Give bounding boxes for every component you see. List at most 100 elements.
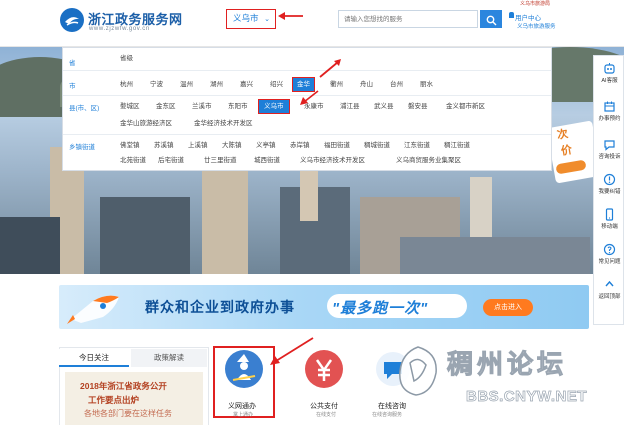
floating-sidebar: AI客服 办事预约 咨询投诉 我要纠错 移动端 常见问题 返回顶部 (593, 55, 624, 325)
province-category-label: 省 (69, 60, 76, 67)
city-option[interactable]: 丽水 (417, 79, 436, 91)
city-option[interactable]: 宁波 (147, 79, 166, 91)
sidebar-item-label: 移动端 (601, 224, 618, 230)
sidebar-item-label: 返回顶部 (598, 294, 621, 300)
town-option[interactable]: 上溪镇 (185, 140, 211, 152)
county-option[interactable]: 婺城区 (117, 101, 143, 113)
city-option[interactable]: 绍兴 (267, 79, 286, 91)
tab-today-focus[interactable]: 今日关注 (59, 349, 129, 367)
town-option[interactable]: 大陈镇 (219, 140, 245, 152)
search-input[interactable] (338, 10, 478, 28)
user-center-link[interactable]: 用户中心 (515, 12, 541, 22)
sidebar-item-report-error[interactable]: 我要纠错 (594, 173, 624, 195)
banner-slogan: "最多跑一次" (332, 300, 429, 317)
town-category-label: 乡镇街道 (69, 144, 95, 151)
sidebar-item-label: 咨询投诉 (598, 154, 621, 160)
city-category-label: 市 (69, 83, 76, 90)
town-option[interactable]: 赤岸镇 (287, 140, 313, 152)
town-option[interactable]: 义亭镇 (253, 140, 279, 152)
service-label-consult: 在线咨询 (378, 403, 406, 410)
town-option[interactable]: 北苑街道 (117, 155, 149, 167)
town-option[interactable]: 江东街道 (401, 140, 433, 152)
county-option[interactable]: 浦江县 (337, 101, 363, 113)
rocket-icon (67, 295, 119, 324)
city-option[interactable]: 嘉兴 (237, 79, 256, 91)
town-option[interactable]: 福田街道 (321, 140, 353, 152)
city-selector[interactable]: 义乌市 ⌄ (226, 9, 276, 29)
service-subtitle-yiwang: 掌上通办 (233, 412, 254, 418)
news-title-line-1: 2018年浙江省政务公开 (80, 381, 167, 391)
sidebar-item-label: AI客服 (601, 78, 618, 84)
town-option[interactable]: 佛堂镇 (117, 140, 143, 152)
banner-enter-button[interactable]: 点击进入 (483, 299, 533, 316)
sidebar-item-back-to-top[interactable]: 返回顶部 (594, 278, 624, 300)
city-option[interactable]: 台州 (387, 79, 406, 91)
county-option[interactable]: 金华经济技术开发区 (191, 118, 256, 130)
search-button[interactable] (480, 10, 502, 28)
warning-icon (603, 173, 616, 186)
city-option[interactable]: 湖州 (207, 79, 226, 91)
sidebar-item-faq[interactable]: 常见问题 (594, 243, 624, 265)
city-option[interactable]: 舟山 (357, 79, 376, 91)
county-option[interactable]: 金华山旅游经济区 (117, 118, 175, 130)
watermark-logo-icon (399, 346, 437, 396)
tab-policy-interpretation[interactable]: 政策解读 (131, 349, 207, 367)
banner-headline: 群众和企业到政府办事 (145, 299, 295, 315)
town-option[interactable]: 后宅街道 (155, 155, 187, 167)
witch-icon (232, 354, 256, 381)
sidebar-item-ai-service[interactable]: AI客服 (594, 62, 624, 84)
top-notice: 义乌市旅游局 (520, 1, 551, 7)
county-category-label: 县(市、区) (69, 105, 100, 112)
annotation-arrow-icon (319, 59, 341, 78)
annotation-arrow-icon (278, 12, 303, 20)
town-option[interactable]: 苏溪镇 (151, 140, 177, 152)
county-option[interactable]: 东阳市 (225, 101, 251, 113)
county-option[interactable]: 磐安县 (405, 101, 431, 113)
user-icon (509, 12, 514, 18)
service-tile-yiwang-bg (225, 350, 263, 388)
user-sub-link[interactable]: 义乌市旅游服务 (517, 22, 556, 30)
service-subtitle-payment: 在线支付 (316, 412, 337, 418)
calendar-icon (604, 101, 615, 112)
county-option-active[interactable]: 义乌市 (258, 99, 290, 114)
sidebar-item-label: 我要纠错 (598, 189, 621, 195)
mobile-icon (605, 208, 614, 221)
town-option[interactable]: 稠城街道 (361, 140, 393, 152)
city-option[interactable]: 温州 (177, 79, 196, 91)
town-option[interactable]: 城西街道 (251, 155, 283, 167)
county-option[interactable]: 武义县 (371, 101, 397, 113)
city-option[interactable]: 衢州 (327, 79, 346, 91)
service-subtitle-consult: 在线咨询服务 (372, 412, 403, 418)
sidebar-item-label: 办事预约 (598, 116, 621, 122)
service-label-yiwang: 义网通办 (228, 403, 256, 410)
county-option[interactable]: 金东区 (153, 101, 179, 113)
watermark-text: 稠州论坛 (446, 349, 568, 380)
sidebar-item-consult[interactable]: 咨询投诉 (594, 138, 624, 160)
chevron-down-icon: ⌄ (264, 16, 270, 23)
news-title-line-2: 工作要点出炉 (88, 395, 140, 405)
region-dropdown: 省 省级 市 杭州 宁波 温州 湖州 嘉兴 绍兴 金华 衢州 舟山 台州 丽水 … (62, 47, 552, 171)
town-option[interactable]: 义乌市经济技术开发区 (297, 155, 368, 167)
sidebar-item-appointment[interactable]: 办事预约 (594, 100, 624, 122)
search-icon (486, 15, 496, 26)
service-label-payment: 公共支付 (310, 403, 338, 410)
town-option[interactable]: 廿三里街道 (201, 155, 240, 167)
town-option[interactable]: 义乌商贸服务业集聚区 (393, 155, 464, 167)
site-header: 浙江政务服务网 www.zjzwfw.gov.cn 义乌市 ⌄ 义乌市旅游局 用… (0, 0, 624, 47)
site-url: www.zjzwfw.gov.cn (89, 26, 150, 32)
yuan-icon (315, 359, 333, 381)
sidebar-item-mobile[interactable]: 移动端 (594, 208, 624, 230)
region-option-province[interactable]: 省级 (117, 53, 136, 65)
robot-icon (604, 63, 615, 74)
county-option[interactable]: 兰溪市 (189, 101, 215, 113)
city-option[interactable]: 杭州 (117, 79, 136, 91)
site-logo-icon[interactable] (60, 8, 84, 32)
watermark-url: BBS.CNYW.NET (466, 388, 588, 406)
annotation-arrow-icon (300, 90, 319, 105)
news-title-line-3: 各地各部门要在这样任务 (84, 409, 172, 418)
city-selector-label: 义乌市 (233, 13, 259, 23)
county-option[interactable]: 金义都市新区 (443, 101, 488, 113)
service-tile-payment[interactable] (305, 350, 343, 388)
question-icon (603, 243, 616, 256)
town-option[interactable]: 稠江街道 (441, 140, 473, 152)
